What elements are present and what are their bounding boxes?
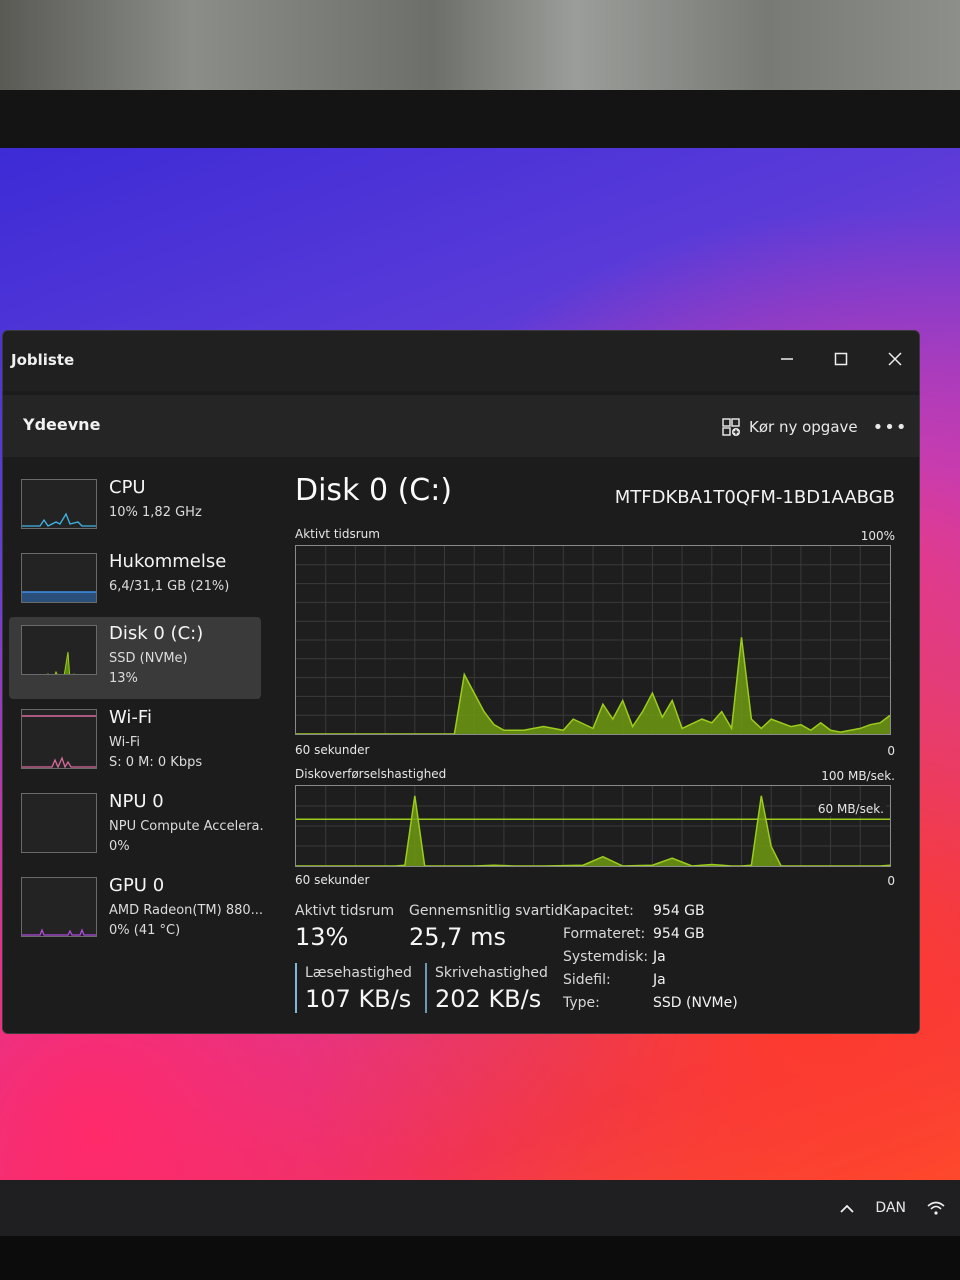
write-speed-label: Skrivehastighed xyxy=(435,965,548,981)
maximize-icon xyxy=(834,352,848,366)
close-button[interactable] xyxy=(875,343,915,375)
more-options-button[interactable]: ••• xyxy=(873,413,907,441)
type-label: Type: xyxy=(563,995,600,1011)
title-bar: Jobliste xyxy=(3,331,919,391)
sidebar-item-memory[interactable]: Hukommelse 6,4/31,1 GB (21%) xyxy=(9,545,261,627)
minimize-button[interactable] xyxy=(767,343,807,375)
monitor-bezel-bottom xyxy=(0,1236,960,1280)
sidebar-item-usage: 13% xyxy=(109,671,138,686)
performance-sidebar: CPU 10% 1,82 GHz Hukommelse 6,4/31,1 GB … xyxy=(3,457,273,1033)
system-disk-label: Systemdisk: xyxy=(563,949,649,965)
cpu-thumbnail-graph xyxy=(21,479,97,529)
sidebar-item-title: GPU 0 xyxy=(109,875,165,896)
active-time-graph-min: 0 xyxy=(887,744,895,758)
system-disk-value: Ja xyxy=(653,949,666,965)
active-time-graph xyxy=(295,545,891,735)
active-time-graph-max: 100% xyxy=(860,529,895,543)
page-title: Ydeevne xyxy=(23,415,101,434)
transfer-rate-graph-time: 60 sekunder xyxy=(295,873,370,887)
sidebar-item-detail: NPU Compute Accelera. xyxy=(109,819,264,834)
sidebar-item-npu[interactable]: NPU 0 NPU Compute Accelera. 0% xyxy=(9,785,264,867)
write-speed-value: 202 KB/s xyxy=(435,985,542,1013)
sidebar-item-title: Disk 0 (C:) xyxy=(109,623,204,644)
active-time-graph-label: Aktivt tidsrum xyxy=(295,527,380,541)
new-task-icon xyxy=(722,418,740,436)
chevron-up-icon[interactable] xyxy=(839,1202,855,1214)
page-header: Ydeevne Kør ny opgave ••• xyxy=(3,395,919,457)
sidebar-item-detail: Wi-Fi xyxy=(109,735,141,750)
gpu-thumbnail-graph xyxy=(21,877,97,937)
taskbar: DAN xyxy=(0,1180,960,1236)
language-indicator[interactable]: DAN xyxy=(875,1200,906,1216)
formatted-value: 954 GB xyxy=(653,926,705,942)
transfer-rate-graph-min: 0 xyxy=(887,874,895,888)
response-time-stat-label: Gennemsnitlig svartid xyxy=(409,903,564,919)
read-speed-value: 107 KB/s xyxy=(305,985,412,1013)
sidebar-item-disk[interactable]: Disk 0 (C:) SSD (NVMe) 13% xyxy=(9,617,261,699)
active-time-stat-value: 13% xyxy=(295,923,349,951)
read-speed-divider xyxy=(295,963,297,1013)
sidebar-item-detail: 6,4/31,1 GB (21%) xyxy=(109,579,230,594)
maximize-button[interactable] xyxy=(821,343,861,375)
sidebar-item-detail: AMD Radeon(TM) 880... xyxy=(109,903,264,918)
sidebar-item-detail: SSD (NVMe) xyxy=(109,651,188,666)
disk-thumbnail-graph xyxy=(21,625,97,675)
capacity-label: Kapacitet: xyxy=(563,903,634,919)
run-new-task-label: Kør ny opgave xyxy=(749,418,858,436)
transfer-rate-reference-label: 60 MB/sek. xyxy=(815,802,886,816)
formatted-label: Formateret: xyxy=(563,926,646,942)
sidebar-item-wifi[interactable]: Wi-Fi Wi-Fi S: 0 M: 0 Kbps xyxy=(9,701,261,783)
memory-thumbnail-graph xyxy=(21,553,97,603)
sidebar-item-temperature: 0% (41 °C) xyxy=(109,923,181,938)
sidebar-item-usage: 0% xyxy=(109,839,130,854)
transfer-rate-graph: 60 MB/sek. xyxy=(295,785,891,867)
run-new-task-button[interactable]: Kør ny opgave xyxy=(721,413,858,441)
close-icon xyxy=(888,352,902,366)
disk-title: Disk 0 (C:) xyxy=(295,473,453,508)
window-title: Jobliste xyxy=(11,351,75,369)
read-speed-label: Læsehastighed xyxy=(305,965,412,981)
wifi-icon[interactable] xyxy=(926,1200,946,1216)
page-file-label: Sidefil: xyxy=(563,972,611,988)
sidebar-item-gpu[interactable]: GPU 0 AMD Radeon(TM) 880... 0% (41 °C) xyxy=(9,869,264,951)
sidebar-item-throughput: S: 0 M: 0 Kbps xyxy=(109,755,203,770)
disk-model: MTFDKBA1T0QFM-1BD1AABGB xyxy=(614,487,895,508)
sidebar-item-detail: 10% 1,82 GHz xyxy=(109,505,202,520)
page-file-value: Ja xyxy=(653,972,666,988)
type-value: SSD (NVMe) xyxy=(653,995,738,1011)
minimize-icon xyxy=(781,358,793,360)
wifi-thumbnail-graph xyxy=(21,709,97,769)
capacity-value: 954 GB xyxy=(653,903,705,919)
background-photo xyxy=(0,0,960,100)
active-time-stat-label: Aktivt tidsrum xyxy=(295,903,395,919)
disk-details-panel: Disk 0 (C:) MTFDKBA1T0QFM-1BD1AABGB Akti… xyxy=(273,457,919,1033)
write-speed-divider xyxy=(425,963,427,1013)
sidebar-item-title: CPU xyxy=(109,477,146,498)
task-manager-window: Jobliste Ydeevne Kør ny opgave ••• CPU 1… xyxy=(2,330,920,1034)
active-time-graph-time: 60 sekunder xyxy=(295,743,370,757)
sidebar-item-title: Hukommelse xyxy=(109,551,227,572)
monitor-bezel-top xyxy=(0,90,960,148)
sidebar-item-title: Wi-Fi xyxy=(109,707,152,728)
sidebar-item-title: NPU 0 xyxy=(109,791,164,812)
sidebar-item-cpu[interactable]: CPU 10% 1,82 GHz xyxy=(9,471,261,553)
npu-thumbnail-graph xyxy=(21,793,97,853)
transfer-rate-graph-max: 100 MB/sek. xyxy=(821,769,895,783)
transfer-rate-graph-label: Diskoverførselshastighed xyxy=(295,767,447,781)
response-time-stat-value: 25,7 ms xyxy=(409,923,506,951)
